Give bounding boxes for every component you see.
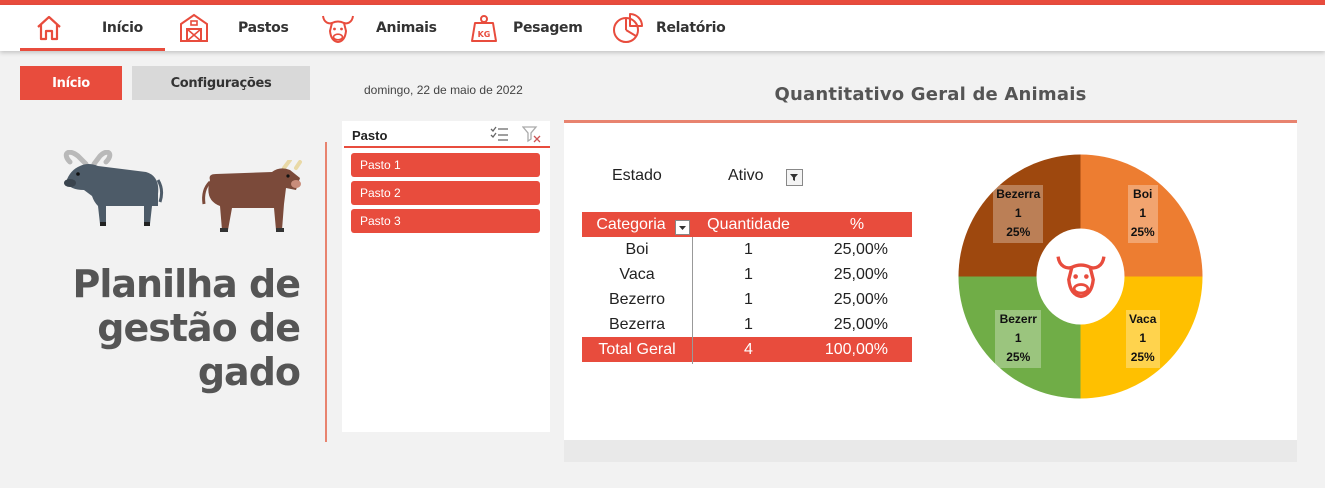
row-quantidade: 1 <box>744 291 753 308</box>
row-categoria: Vaca <box>619 266 655 283</box>
pie-label-value: 1 <box>1014 206 1022 221</box>
pie-label-percent: 25% <box>1130 225 1155 240</box>
pivot-header-row: Categoria Quantidade % <box>582 212 912 237</box>
home-icon <box>37 15 61 41</box>
filter-icon <box>790 174 798 181</box>
nav-label-animais: Animais <box>376 20 437 36</box>
panel-shadow <box>564 440 1297 462</box>
chevron-down-icon <box>679 226 686 230</box>
pie-chart: Boi 1 25% Vaca 1 25% Bezerr 1 25% Bezerra 1 25% <box>958 154 1203 399</box>
pie-label-value: 1 <box>1139 206 1147 221</box>
slicer-item-pasto-3[interactable]: Pasto 3 <box>351 209 540 233</box>
total-label: Total Geral <box>598 341 676 358</box>
pie-label-percent: 25% <box>1006 225 1031 240</box>
nav-item-inicio[interactable]: Início <box>34 5 143 51</box>
nav-item-pesagem[interactable]: KG Pesagem <box>470 5 583 51</box>
row-quantidade: 1 <box>744 316 753 333</box>
barn-icon <box>180 13 208 42</box>
multi-select-icon[interactable] <box>490 125 510 143</box>
table-row: Bezerra 1 25,00% <box>582 312 912 337</box>
table-row: Boi 1 25,00% <box>582 237 912 262</box>
title-line-1: Planilha de <box>72 262 301 306</box>
row-percent: 25,00% <box>833 241 888 258</box>
pie-label-category: Boi <box>1133 187 1153 202</box>
row-percent: 25,00% <box>833 316 888 333</box>
nav-label-inicio: Início <box>102 20 143 36</box>
vertical-divider <box>325 142 327 442</box>
pie-label-percent: 25% <box>1130 349 1155 364</box>
pie-label-value: 1 <box>1139 330 1147 345</box>
slicer-header: Pasto <box>344 121 550 148</box>
total-row: Total Geral 4 100,00% <box>582 337 912 362</box>
table-row: Bezerro 1 25,00% <box>582 287 912 312</box>
pie-data-label: Bezerr 1 25% <box>995 309 1042 368</box>
pie-label-percent: 25% <box>1006 349 1031 364</box>
total-quantidade: 4 <box>744 341 753 358</box>
pie-chart-icon <box>613 13 643 43</box>
title-line-3: gado <box>197 350 301 394</box>
row-categoria: Boi <box>625 241 649 258</box>
clear-filter-icon[interactable] <box>522 125 542 143</box>
row-percent: 25,00% <box>833 266 888 283</box>
categoria-dropdown[interactable] <box>675 220 690 235</box>
pie-data-label: Vaca 1 25% <box>1125 309 1160 368</box>
slicer-item-pasto-1[interactable]: Pasto 1 <box>351 153 540 177</box>
bull-head-icon <box>322 15 354 44</box>
weight-kg-icon: KG <box>471 15 497 42</box>
header-quantidade: Quantidade <box>707 216 790 233</box>
pie-label-category: Vaca <box>1129 311 1157 326</box>
table-row: Vaca 1 25,00% <box>582 262 912 287</box>
nav-label-relatorio: Relatório <box>656 20 726 36</box>
title-line-2: gestão de <box>97 306 301 350</box>
pie-label-category: Bezerra <box>996 187 1041 202</box>
water-buffalo-icon <box>63 150 164 226</box>
page-title: Planilha de gestão de gado <box>60 262 301 394</box>
top-nav: Início Pastos Animais KG Pesagem Relatór… <box>0 5 1325 51</box>
ox-icon <box>202 160 302 232</box>
filter-dropdown-button[interactable] <box>786 169 803 186</box>
home-button[interactable]: Início <box>20 66 122 100</box>
table-column-divider <box>692 237 693 364</box>
slicer-item-pasto-2[interactable]: Pasto 2 <box>351 181 540 205</box>
current-date: domingo, 22 de maio de 2022 <box>364 83 523 97</box>
row-categoria: Bezerra <box>608 316 666 333</box>
filter-value: Ativo <box>728 167 764 184</box>
nav-item-relatorio[interactable]: Relatório <box>612 5 726 51</box>
dashboard-title: Quantitativo Geral de Animais <box>774 84 1087 105</box>
pie-data-label: Boi 1 25% <box>1127 185 1158 244</box>
total-percent: 100,00% <box>824 341 888 358</box>
pasture-slicer: Pasto Pasto 1 Pasto 2 Pasto 3 <box>342 121 550 432</box>
row-percent: 25,00% <box>833 291 888 308</box>
row-quantidade: 1 <box>744 241 753 258</box>
pivot-table: Categoria Quantidade % Boi 1 25,00% Vaca… <box>582 212 912 362</box>
nav-label-pastos: Pastos <box>238 20 289 36</box>
nav-active-indicator <box>20 48 165 51</box>
nav-item-pastos[interactable]: Pastos <box>178 5 289 51</box>
nav-item-animais[interactable]: Animais <box>321 5 437 51</box>
svg-text:KG: KG <box>478 30 491 39</box>
pie-label-category: Bezerr <box>999 311 1037 326</box>
nav-label-pesagem: Pesagem <box>513 20 583 36</box>
row-categoria: Bezerro <box>608 291 666 308</box>
header-categoria: Categoria <box>596 216 666 233</box>
pie-label-value: 1 <box>1014 330 1022 345</box>
slicer-title: Pasto <box>352 128 388 143</box>
settings-button[interactable]: Configurações <box>132 66 310 100</box>
row-quantidade: 1 <box>744 266 753 283</box>
bull-head-icon <box>1056 256 1106 299</box>
filter-label: Estado <box>612 167 662 184</box>
header-percent: % <box>849 216 865 233</box>
pie-data-label: Bezerra 1 25% <box>993 185 1044 244</box>
